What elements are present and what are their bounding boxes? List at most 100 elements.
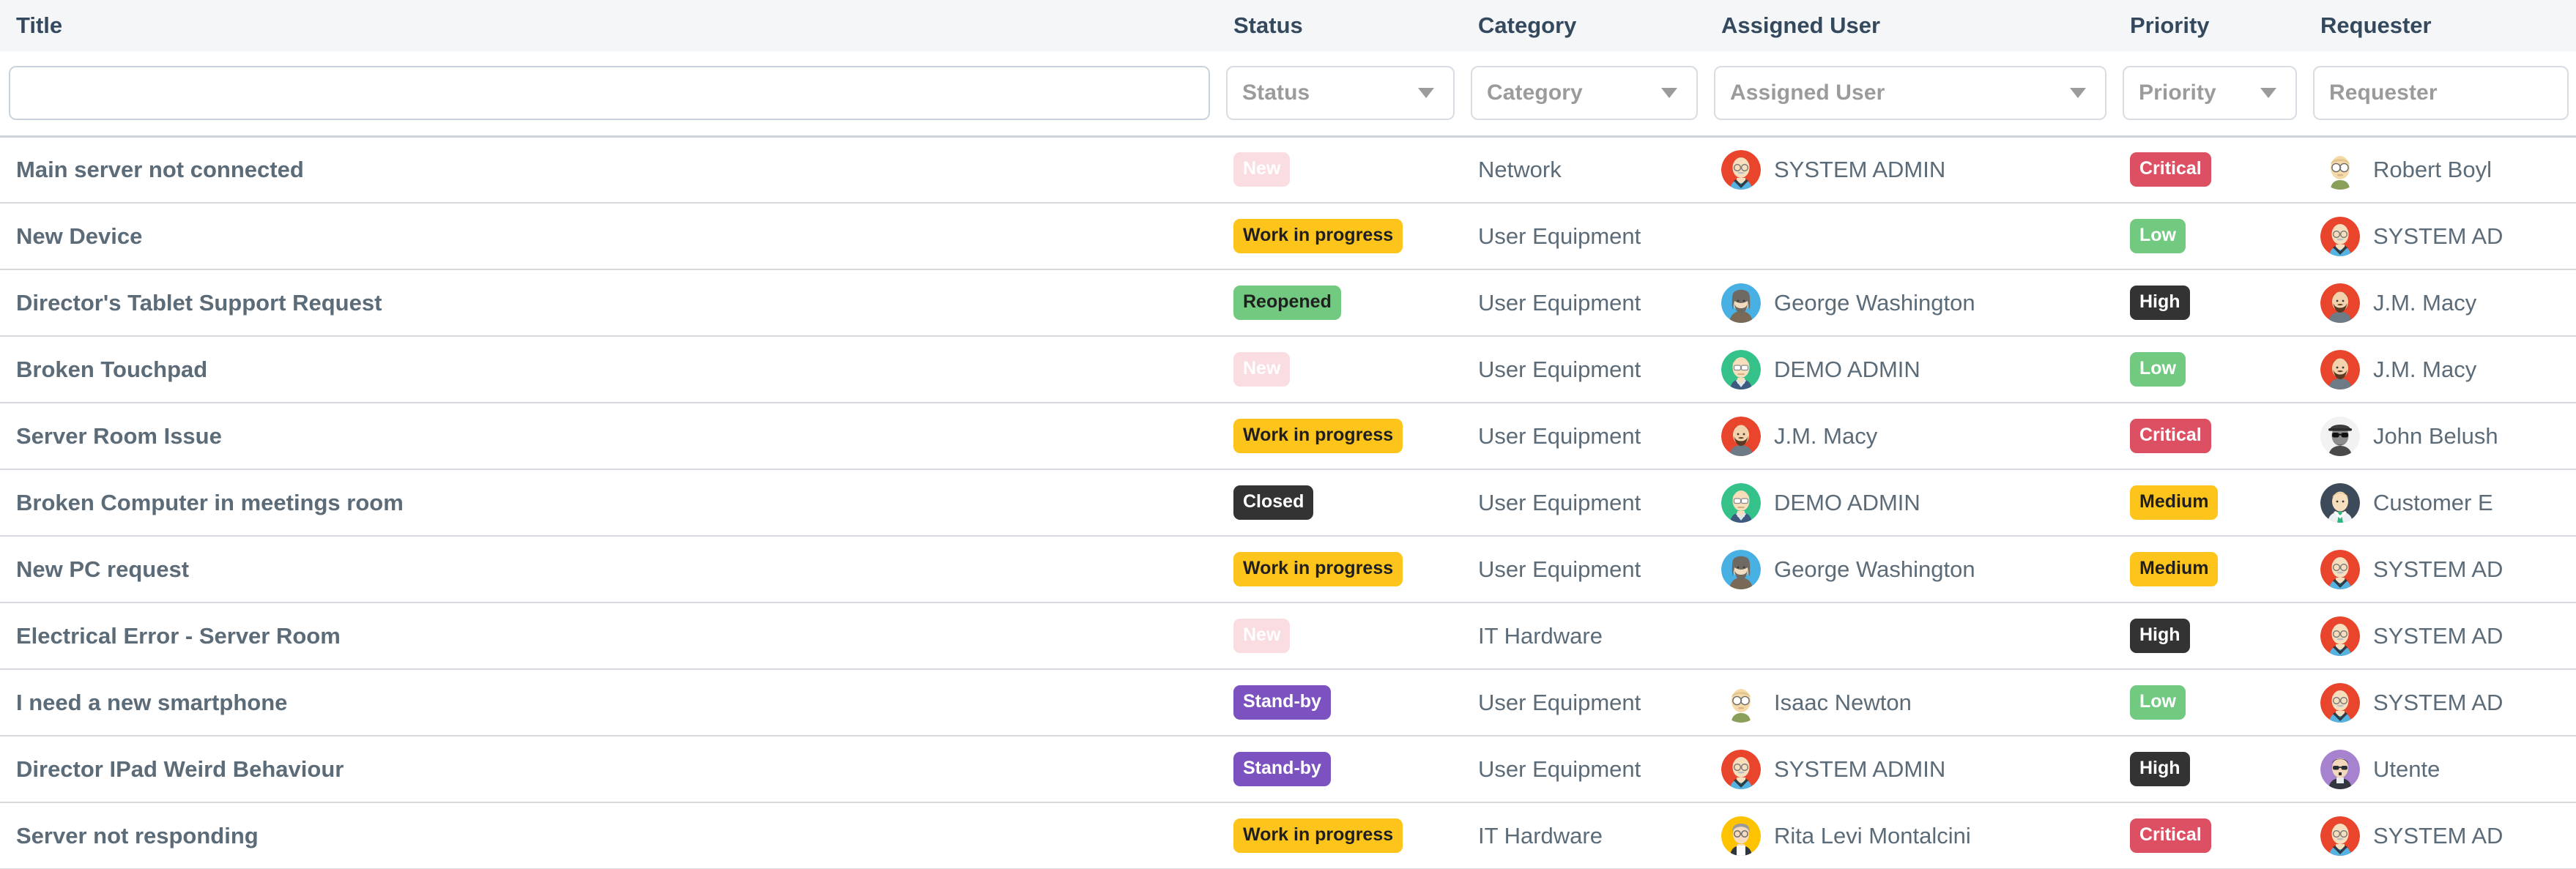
row-priority-cell: High: [2114, 603, 2304, 670]
priority-badge: High: [2130, 752, 2190, 786]
assigned-user: DEMO ADMIN: [1721, 482, 2114, 523]
assigned-user-name: DEMO ADMIN: [1774, 489, 1920, 515]
table-row[interactable]: Main server not connected New Network SYSTE…: [0, 136, 2576, 204]
assigned-user-name: George Washington: [1774, 556, 1975, 582]
table-row[interactable]: Server Room Issue Work in progress User Eq…: [0, 403, 2576, 470]
column-header-status[interactable]: Status: [1217, 0, 1462, 51]
assigned-user-name: Isaac Newton: [1774, 689, 1912, 715]
requester-name: John Belush: [2373, 422, 2498, 449]
row-title[interactable]: Broken Touchpad: [0, 336, 1217, 403]
row-assigned-user-cell: J.M. Macy: [1705, 403, 2114, 470]
row-title[interactable]: Electrical Error - Server Room: [0, 603, 1217, 670]
assigned-user: J.M. Macy: [1721, 416, 2114, 456]
table-row[interactable]: Broken Touchpad New User Equipment DEMO ADM…: [0, 336, 2576, 403]
avatar: [1721, 816, 1761, 856]
avatar: [2320, 349, 2360, 389]
row-title[interactable]: Main server not connected: [0, 136, 1217, 204]
row-priority-cell: Critical: [2114, 403, 2304, 470]
table-row[interactable]: Electrical Error - Server Room New IT Hard…: [0, 603, 2576, 670]
requester-name: SYSTEM AD: [2373, 689, 2503, 715]
row-category: IT Hardware: [1462, 603, 1705, 670]
column-header-priority[interactable]: Priority: [2114, 0, 2304, 51]
table-row[interactable]: New Device Work in progress User Equipment…: [0, 203, 2576, 270]
row-status-cell: New: [1217, 336, 1462, 403]
row-priority-cell: Low: [2114, 336, 2304, 403]
avatar: [2320, 616, 2360, 656]
assigned-user: SYSTEM ADMIN: [1721, 749, 2114, 789]
table-body: Main server not connected New Network SYSTE…: [0, 136, 2576, 869]
status-filter-label: Status: [1242, 81, 1310, 105]
category-filter-label: Category: [1487, 81, 1583, 105]
row-requester-cell: SYSTEM AD: [2304, 203, 2576, 270]
assigned-user: George Washington: [1721, 549, 2114, 589]
category-filter-select[interactable]: Category: [1471, 66, 1698, 121]
row-status-cell: Stand-by: [1217, 669, 1462, 736]
requester: John Belush: [2320, 416, 2576, 456]
filter-cell-assigned-user: Assigned User: [1705, 51, 2114, 138]
requester: SYSTEM AD: [2320, 682, 2576, 723]
assigned-user-name: George Washington: [1774, 289, 1975, 316]
row-requester-cell: Robert Boyl: [2304, 136, 2576, 204]
status-badge: Work in progress: [1233, 419, 1403, 453]
requester: SYSTEM AD: [2320, 549, 2576, 589]
column-header-title[interactable]: Title: [0, 0, 1217, 51]
row-title[interactable]: Server Room Issue: [0, 403, 1217, 470]
table-row[interactable]: Server not responding Work in progress IT …: [0, 802, 2576, 869]
table-row[interactable]: Director's Tablet Support Request Reopene…: [0, 269, 2576, 337]
assigned-user-name: J.M. Macy: [1774, 422, 1878, 449]
row-priority-cell: High: [2114, 269, 2304, 337]
row-assigned-user-cell: Isaac Newton: [1705, 669, 2114, 736]
row-category: User Equipment: [1462, 536, 1705, 603]
column-header-assigned-user[interactable]: Assigned User: [1705, 0, 2114, 51]
row-assigned-user-cell: DEMO ADMIN: [1705, 469, 2114, 537]
table-row[interactable]: Director IPad Weird Behaviour Stand-by Use…: [0, 736, 2576, 803]
row-status-cell: New: [1217, 136, 1462, 204]
requester-name: SYSTEM AD: [2373, 556, 2503, 582]
avatar: [2320, 816, 2360, 856]
row-assigned-user-cell: DEMO ADMIN: [1705, 336, 2114, 403]
priority-badge: Medium: [2130, 485, 2219, 520]
row-category: User Equipment: [1462, 669, 1705, 736]
table-row[interactable]: Broken Computer in meetings room Closed Us…: [0, 469, 2576, 537]
requester-name: J.M. Macy: [2373, 289, 2477, 316]
column-header-category[interactable]: Category: [1462, 0, 1705, 51]
assigned-user-filter-label: Assigned User: [1730, 81, 1885, 105]
row-requester-cell: Utente: [2304, 736, 2576, 803]
avatar: [2320, 682, 2360, 723]
row-category: IT Hardware: [1462, 802, 1705, 869]
assigned-user-filter-select[interactable]: Assigned User: [1714, 66, 2107, 121]
avatar: [2320, 749, 2360, 789]
requester: J.M. Macy: [2320, 349, 2576, 389]
row-requester-cell: SYSTEM AD: [2304, 669, 2576, 736]
row-title[interactable]: Director's Tablet Support Request: [0, 269, 1217, 337]
assigned-user-name: DEMO ADMIN: [1774, 356, 1920, 382]
row-title[interactable]: New Device: [0, 203, 1217, 270]
table-header: Title Status Category Assigned User Prio…: [0, 0, 2576, 138]
assigned-user: DEMO ADMIN: [1721, 349, 2114, 389]
assigned-user-name: SYSTEM ADMIN: [1774, 156, 1946, 182]
avatar: [1721, 416, 1761, 456]
table-row[interactable]: New PC request Work in progress User Equip…: [0, 536, 2576, 603]
row-category: User Equipment: [1462, 403, 1705, 470]
table-row[interactable]: I need a new smartphone Stand-by User Equi…: [0, 669, 2576, 736]
row-title[interactable]: Broken Computer in meetings room: [0, 469, 1217, 537]
row-title[interactable]: Director IPad Weird Behaviour: [0, 736, 1217, 803]
requester: SYSTEM AD: [2320, 616, 2576, 656]
row-priority-cell: Low: [2114, 669, 2304, 736]
title-filter-input[interactable]: [9, 66, 1210, 121]
row-title[interactable]: New PC request: [0, 536, 1217, 603]
avatar: [2320, 149, 2360, 190]
status-filter-select[interactable]: Status: [1226, 66, 1455, 121]
requester-filter-select[interactable]: Requester: [2313, 66, 2569, 121]
status-badge: New: [1233, 152, 1291, 187]
status-badge: Closed: [1233, 485, 1314, 520]
row-assigned-user-cell: George Washington: [1705, 536, 2114, 603]
status-badge: Reopened: [1233, 286, 1341, 320]
column-header-requester[interactable]: Requester: [2304, 0, 2576, 51]
row-category: User Equipment: [1462, 469, 1705, 537]
priority-filter-select[interactable]: Priority: [2123, 66, 2297, 121]
requester-name: Utente: [2373, 756, 2440, 782]
row-title[interactable]: Server not responding: [0, 802, 1217, 869]
row-title[interactable]: I need a new smartphone: [0, 669, 1217, 736]
priority-badge: Low: [2130, 219, 2186, 253]
